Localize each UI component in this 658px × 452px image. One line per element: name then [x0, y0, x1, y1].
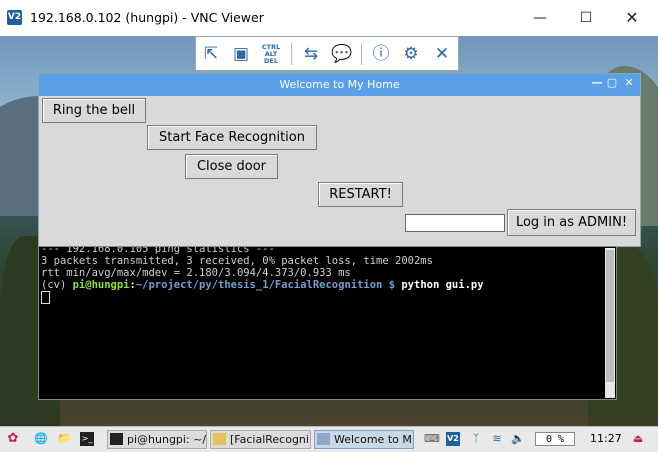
minimize-icon[interactable]: —: [518, 4, 562, 32]
task-facialrecognition[interactable]: [FacialRecogni...: [210, 430, 311, 449]
task-terminal[interactable]: pi@hungpi: ~/...: [107, 430, 207, 449]
scrollbar-thumb[interactable]: [606, 250, 614, 382]
terminal-line: rtt min/avg/max/mdev = 2.180/3.094/4.373…: [41, 267, 351, 279]
file-manager-icon[interactable]: 📁: [57, 432, 71, 446]
app-close-icon[interactable]: ✕: [622, 76, 636, 89]
window-title: 192.168.0.102 (hungpi) - VNC Viewer: [30, 10, 264, 25]
info-icon[interactable]: ⓘ: [369, 42, 393, 66]
terminal-scrollbar[interactable]: [605, 248, 615, 398]
task-label: [FacialRecogni...: [230, 433, 311, 446]
task-welcome[interactable]: Welcome to M...: [314, 430, 414, 449]
terminal-line: --- 192.168.0.105 ping statistics ---: [41, 246, 275, 255]
prompt-user: pi@hungpi: [72, 279, 130, 291]
browser-icon[interactable]: 🌐: [34, 432, 48, 446]
restart-button[interactable]: RESTART!: [318, 182, 403, 207]
terminal-icon: [110, 433, 123, 445]
transfer-icon[interactable]: ⇆: [299, 42, 323, 66]
eject-icon[interactable]: ⏏: [631, 432, 645, 446]
raspberry-menu-icon[interactable]: ✿: [6, 432, 20, 446]
vnc-toolbar: ⇱ ▣ CTRL ALT DEL ⇆ 💬 ⓘ ⚙ ✕: [195, 36, 459, 71]
terminal-cursor: [41, 291, 50, 304]
prompt-env: (cv): [41, 279, 73, 291]
terminal-prompt-line: (cv) pi@hungpi:~/project/py/thesis_1/Fac…: [41, 279, 484, 291]
vnc-logo-icon: V2: [7, 10, 22, 25]
app-titlebar: Welcome to My Home — ▢ ✕: [39, 74, 640, 96]
terminal-launcher-icon[interactable]: >_: [80, 432, 94, 446]
terminal-line: 3 packets transmitted, 3 received, 0% pa…: [41, 255, 433, 267]
toolbar-divider: [361, 43, 362, 65]
folder-icon: [213, 433, 226, 445]
start-face-recognition-button[interactable]: Start Face Recognition: [147, 125, 317, 150]
bluetooth-icon[interactable]: ᛉ: [469, 432, 483, 446]
prompt-path: ~/project/py/thesis_1/FacialRecognition …: [135, 279, 396, 291]
vnc-tray-icon[interactable]: V2: [446, 432, 460, 446]
window-close-icon[interactable]: ✕: [610, 4, 654, 32]
task-label: Welcome to M...: [334, 433, 414, 446]
taskbar: ✿ 🌐 📁 >_ pi@hungpi: ~/... [FacialRecogni…: [0, 426, 658, 452]
terminal-cursor-line: [41, 291, 50, 305]
ring-bell-button[interactable]: Ring the bell: [42, 98, 146, 123]
wifi-icon[interactable]: ≋: [490, 432, 504, 446]
scale-icon[interactable]: ▣: [229, 42, 253, 66]
close-icon[interactable]: ✕: [430, 42, 454, 66]
task-label: pi@hungpi: ~/...: [127, 433, 207, 446]
vnc-titlebar: V2 192.168.0.102 (hungpi) - VNC Viewer —…: [0, 0, 658, 37]
close-door-button[interactable]: Close door: [185, 154, 278, 179]
ctrl-alt-del-icon[interactable]: CTRL ALT DEL: [259, 42, 283, 68]
settings-icon[interactable]: ⚙: [399, 42, 423, 66]
admin-login-button[interactable]: Log in as ADMIN!: [507, 209, 636, 236]
keyboard-icon[interactable]: ⌨: [424, 432, 440, 446]
app-minimize-icon[interactable]: —: [590, 76, 604, 89]
prompt-command: python gui.py: [395, 279, 484, 291]
maximize-icon[interactable]: ☐: [564, 4, 608, 32]
app-window: Welcome to My Home — ▢ ✕ Ring the bell S…: [38, 73, 641, 247]
admin-password-input[interactable]: [405, 214, 505, 232]
cpu-monitor: 0 %: [535, 432, 575, 446]
terminal-window[interactable]: --- 192.168.0.105 ping statistics --- 3 …: [38, 246, 617, 400]
window-icon: [317, 433, 330, 445]
clock: 11:27: [590, 432, 622, 445]
chat-icon[interactable]: 💬: [330, 42, 354, 66]
volume-icon[interactable]: 🔈: [511, 432, 525, 446]
app-title: Welcome to My Home: [279, 78, 400, 91]
app-maximize-icon[interactable]: ▢: [605, 76, 619, 89]
toolbar-divider: [291, 43, 292, 65]
fullscreen-icon[interactable]: ⇱: [199, 42, 223, 66]
